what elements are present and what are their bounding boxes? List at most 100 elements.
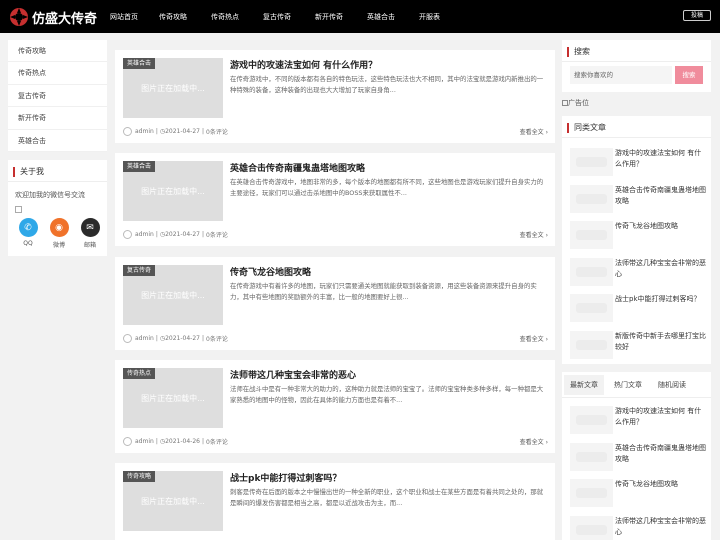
site-logo[interactable]: 仿盛大传奇 [9,6,97,28]
avatar [123,230,132,239]
read-more-label: 查看全文 [519,232,544,239]
category-badge[interactable]: 传奇热点 [123,368,156,379]
social-qq[interactable]: ✆ QQ [15,218,41,249]
post-meta: admin | ◷ 2021-04-27 | 0条评论 [123,230,228,239]
social-label: 微博 [52,242,65,249]
read-more-link[interactable]: 查看全文 › [520,437,548,446]
post-card: 图片正在加载中... 传奇攻略 战士pk中能打得过刺客吗？ 刺客是传奇在后面的版本之中… [115,463,555,540]
category-menu-item[interactable]: 复古传奇 [8,85,107,108]
mail-icon: ✉ [80,218,100,237]
post-meta: admin | ◷ 2021-04-27 | 0条评论 [123,127,228,136]
site-header: 仿盛大传奇 网站首页 传奇攻略 传奇热点 复古传奇 新开传奇 英雄合击 开服表 … [0,0,720,33]
category-menu-item[interactable]: 传奇热点 [8,62,107,85]
post-date: 2021-04-27 [165,231,200,238]
article-title: 游戏中的攻速法宝如何 有什么作用？ [615,149,702,168]
post-date: 2021-04-26 [165,438,200,445]
post-excerpt: 法师在战斗中是有一种非常大的助力的，这种助力就是法师的宝宝了。法师的宝宝种类多种… [230,385,544,404]
read-more-link[interactable]: 查看全文 › [520,127,548,136]
post-author[interactable]: admin [135,335,154,342]
article-title: 传奇飞龙谷地图攻略 [615,222,678,230]
tab-popular[interactable]: 热门文章 [614,380,642,390]
category-menu: 传奇攻略 传奇热点 复古传奇 新开传奇 英雄合击 [8,40,107,152]
article-thumbnail [570,479,613,507]
post-date: 2021-04-27 [165,335,200,342]
read-more-label: 查看全文 [519,439,544,446]
article-thumbnail [570,406,613,434]
chevron-right-icon: › [545,439,548,446]
article-title: 法师带这几种宝宝会非常的恶心 [615,516,706,536]
post-author[interactable]: admin [135,231,154,238]
article-title: 英雄合击传奇南疆鬼蛊塔地图攻略 [615,443,706,463]
social-weibo[interactable]: ◉ 微博 [46,218,72,249]
post-comments[interactable]: 0条评论 [206,437,228,446]
post-date: 2021-04-27 [165,128,200,135]
category-menu-item[interactable]: 传奇攻略 [8,40,107,63]
article-tabs-widget: 最新文章 热门文章 随机阅读 游戏中的攻速法宝如何 有什么作用？ 英雄合击传奇南疆… [562,372,711,540]
tab-random[interactable]: 随机阅读 [658,380,686,390]
article-thumbnail [570,221,613,249]
search-title: 搜索 [567,47,711,57]
article-title: 英雄合击传奇南疆鬼蛊塔地图攻略 [615,185,706,205]
post-title[interactable]: 传奇飞龙谷地图攻略 [230,265,548,278]
about-title: 关于我 [13,167,107,177]
about-text: 欢迎加我的微信号交流 [15,191,85,199]
post-author[interactable]: admin [135,438,154,445]
qq-icon: ✆ [18,218,38,237]
read-more-link[interactable]: 查看全文 › [520,334,548,343]
article-title: 法师带这几种宝宝会非常的恶心 [615,258,706,278]
article-thumbnail [570,442,613,471]
post-card: 图片正在加载中... 复古传奇 传奇飞龙谷地图攻略 在传奇游戏中有着许多的地图，玩家们… [115,257,555,350]
same-category-widget: 同类文章 游戏中的攻速法宝如何 有什么作用？ 英雄合击传奇南疆鬼蛊塔地图攻略传奇飞… [562,116,711,364]
article-thumbnail [570,148,613,176]
avatar [123,127,132,136]
category-badge[interactable]: 传奇攻略 [123,471,156,482]
category-badge[interactable]: 复古传奇 [123,265,156,276]
chevron-right-icon: › [545,129,548,136]
tab-latest[interactable]: 最新文章 [564,374,604,395]
post-excerpt: 在传奇游戏中，不同的版本都有各自的特色玩法，这些特色玩法也大不相同，其中的法宝就… [230,75,544,94]
post-meta: admin | ◷ 2021-04-27 | 0条评论 [123,334,228,343]
nav-item[interactable]: 新开传奇 [315,12,343,22]
weibo-icon: ◉ [49,218,69,237]
submit-post-button[interactable]: 投稿 [683,10,711,21]
ad-slot[interactable]: 广告位 [562,98,589,108]
read-more-label: 查看全文 [519,129,544,136]
category-badge[interactable]: 英雄合击 [123,161,156,172]
nav-item[interactable]: 开服表 [419,12,440,22]
avatar [123,437,132,446]
search-button[interactable]: 搜索 [675,66,703,84]
post-comments[interactable]: 0条评论 [206,230,228,239]
nav-item[interactable]: 复古传奇 [263,12,291,22]
post-comments[interactable]: 0条评论 [206,334,228,343]
social-label: 邮箱 [83,242,96,249]
social-mail[interactable]: ✉ 邮箱 [77,218,103,249]
post-title[interactable]: 法师带这几种宝宝会非常的恶心 [230,368,548,381]
social-label: QQ [23,240,33,247]
about-widget: 关于我 欢迎加我的微信号交流 ✆ QQ ◉ 微博 ✉ 邮箱 [8,160,107,256]
nav-item[interactable]: 英雄合击 [367,12,395,22]
post-excerpt: 在英雄合击传奇游戏中，地图非常的多，每个版本的地图都有所不同，这些地图也是游戏玩… [230,178,544,197]
search-input[interactable]: 搜索你喜欢的 [570,66,672,84]
same-category-title: 同类文章 [567,123,711,133]
nav-item[interactable]: 传奇热点 [211,12,239,22]
post-card: 图片正在加载中... 英雄合击 游戏中的攻速法宝如何 有什么作用？ 在传奇游戏中，不同… [115,50,555,143]
category-menu-item[interactable]: 新开传奇 [8,107,107,130]
article-tabs: 最新文章 热门文章 随机阅读 [562,372,711,398]
category-badge[interactable]: 英雄合击 [123,58,156,69]
search-widget: 搜索 搜索你喜欢的 搜索 [562,40,711,92]
article-title: 传奇飞龙谷地图攻略 [615,480,678,488]
read-more-link[interactable]: 查看全文 › [520,230,548,239]
article-title: 战士pk中能打得过刺客吗？ [615,295,701,303]
site-name: 仿盛大传奇 [32,11,98,27]
post-excerpt: 刺客是传奇在后面的版本之中慢慢出世的一种全新的职业，这个职业和战士在某些方面是有… [230,488,544,507]
nav-item[interactable]: 网站首页 [110,12,138,22]
post-author[interactable]: admin [135,128,154,135]
category-menu-item[interactable]: 英雄合击 [8,130,107,152]
nav-item[interactable]: 传奇攻略 [159,12,187,22]
post-comments[interactable]: 0条评论 [206,127,228,136]
post-title[interactable]: 英雄合击传奇南疆鬼蛊塔地图攻略 [230,161,548,174]
post-title[interactable]: 游戏中的攻速法宝如何 有什么作用？ [230,58,548,71]
post-title[interactable]: 战士pk中能打得过刺客吗？ [230,471,548,484]
article-thumbnail [570,294,613,322]
post-excerpt: 在传奇游戏中有着许多的地图，玩家们只需要通关地图就能获取到装备资源，用这些装备资… [230,282,537,301]
